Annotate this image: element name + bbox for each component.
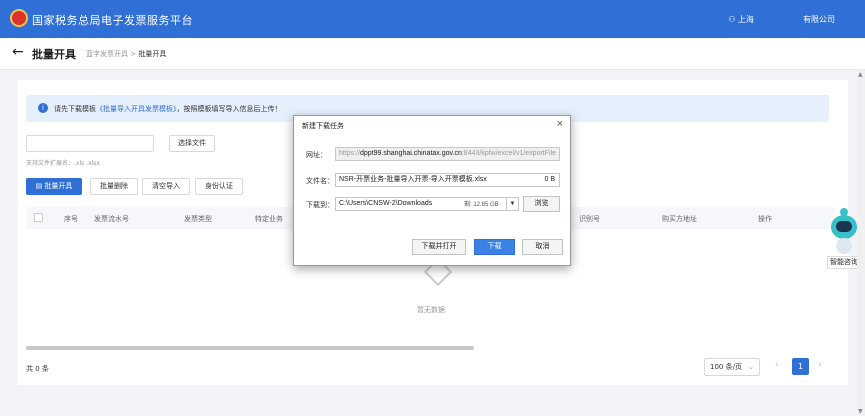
empty-text: 暂无数据 [417, 306, 445, 314]
assistant-label[interactable]: 智能咨询 [827, 256, 861, 269]
dialog-title: 新建下载任务 [302, 123, 344, 130]
clear-import-button[interactable]: 清空导入 [142, 178, 190, 195]
batch-delete-button[interactable]: 批量删除 [90, 178, 138, 195]
back-arrow-icon[interactable]: ← [12, 44, 24, 60]
file-extension-hint: 支持文件扩展名：.xls .xlsx [26, 160, 100, 167]
filename-label: 文件名： [306, 178, 334, 185]
column-invoice-type: 发票类型 [184, 215, 212, 223]
column-actions: 操作 [758, 215, 772, 223]
user-location: 上海 [737, 15, 754, 24]
breadcrumb-item-current: 批量开具 [138, 50, 167, 58]
choose-file-button[interactable]: 选择文件 [169, 135, 215, 152]
saveto-path-field[interactable]: C:\Users\CNSW-2\Downloads 剩: 12.85 GB [335, 197, 507, 211]
table-horizontal-scrollbar[interactable] [26, 346, 474, 350]
browse-button[interactable]: 浏览 [523, 196, 560, 212]
app-title: 国家税务总局电子发票服务平台 [32, 14, 193, 27]
url-label: 网址： [306, 152, 327, 159]
column-index: 序号 [64, 215, 78, 223]
column-buyer-address: 购买方地址 [662, 215, 697, 223]
user-company: 有限公司 [803, 15, 835, 24]
url-field: https://dppt99.shanghai.chinatax.gov.cn:… [335, 147, 560, 161]
total-count: 共 0 条 [26, 365, 49, 373]
template-download-link[interactable]: 《批量导入开具发票模板》 [96, 105, 177, 113]
download-dialog: 新建下载任务 × 网址： https://dppt99.shanghai.chi… [293, 115, 571, 266]
next-page-icon[interactable]: › [818, 360, 822, 370]
saveto-dropdown-icon[interactable]: ▼ [506, 197, 519, 211]
scroll-up-icon[interactable]: ▲ [858, 71, 863, 78]
page-vertical-scrollbar[interactable]: ▲ ▼ [857, 70, 865, 416]
page-title: 批量开具 [32, 48, 76, 61]
page-titlebar: ← 批量开具 蓝字发票开具 > 批量开具 [0, 38, 865, 70]
page-size-select[interactable]: 100 条/页 ⌄ [704, 358, 760, 376]
download-and-open-button[interactable]: 下载并打开 [412, 239, 466, 255]
close-icon[interactable]: × [557, 118, 563, 130]
download-button[interactable]: 下载 [474, 239, 515, 255]
page-number-current[interactable]: 1 [792, 358, 809, 375]
chevron-down-icon: ⌄ [748, 363, 754, 371]
tax-emblem-icon [10, 9, 28, 27]
column-id-number: 识别号 [579, 215, 600, 223]
free-space: 剩: 12.85 GB [464, 202, 499, 208]
scroll-down-icon[interactable]: ▼ [858, 408, 863, 415]
select-all-checkbox[interactable] [34, 213, 43, 222]
batch-issue-button[interactable]: ▤ 批量开具 [26, 178, 82, 195]
column-special-business: 特定业务 [255, 215, 283, 223]
saveto-label: 下载到： [306, 202, 334, 209]
cancel-button[interactable]: 取消 [522, 239, 563, 255]
file-path-input[interactable] [26, 135, 154, 152]
info-icon: i [38, 103, 48, 113]
user-menu[interactable]: ⚇ 上海 有限公司 [728, 14, 835, 25]
file-size: 0 B [544, 176, 555, 183]
document-icon: ▤ [35, 182, 43, 190]
filename-field[interactable]: NSR-开票业务-批量导入开票-导入开票模板.xlsx 0 B [335, 173, 560, 187]
user-icon: ⚇ [728, 15, 736, 24]
assistant-robot-icon[interactable] [829, 208, 859, 254]
column-serial: 发票流水号 [94, 215, 129, 223]
app-header: 国家税务总局电子发票服务平台 ⚇ 上海 有限公司 [0, 0, 865, 38]
prev-page-icon[interactable]: ‹ [775, 360, 779, 370]
breadcrumb: 蓝字发票开具 > 批量开具 [86, 50, 167, 58]
breadcrumb-item-blue-invoice[interactable]: 蓝字发票开具 [86, 50, 128, 58]
identity-auth-button[interactable]: 身份认证 [195, 178, 243, 195]
